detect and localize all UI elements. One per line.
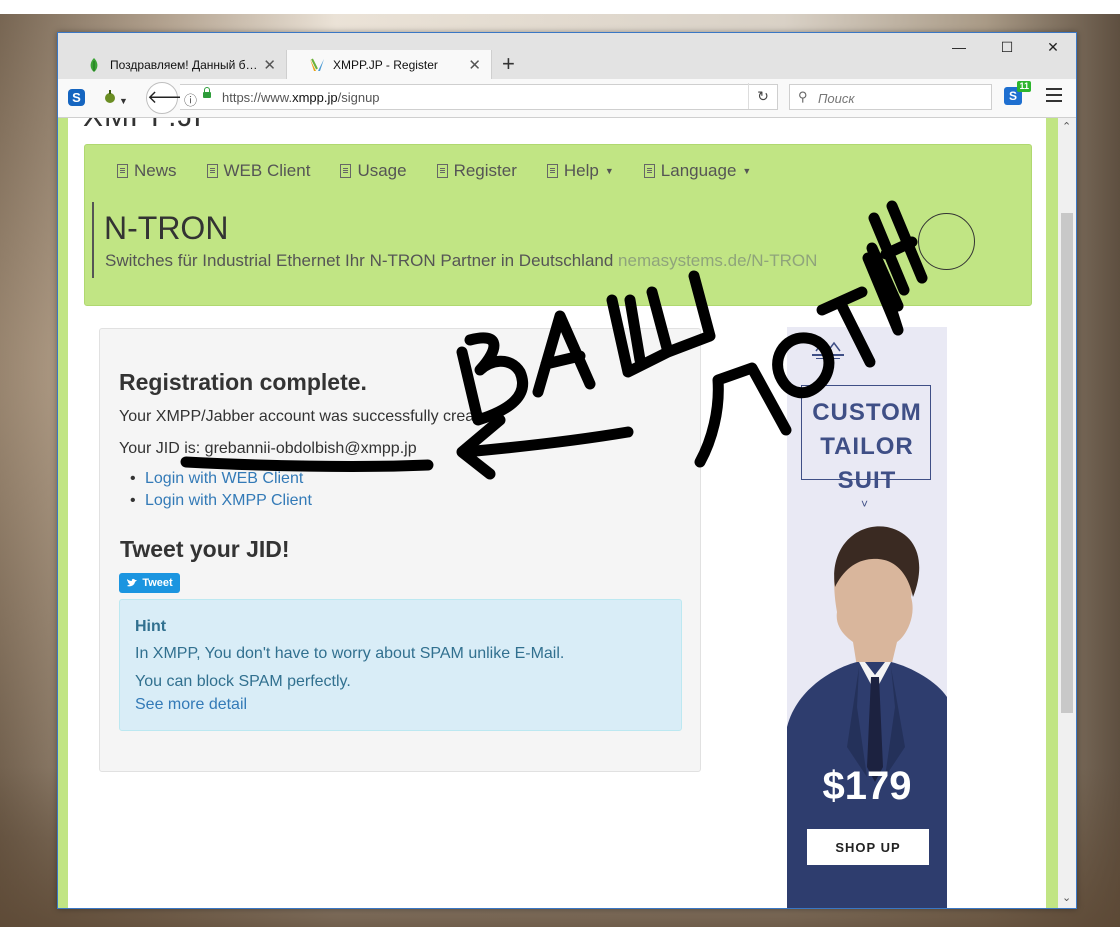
menu-item-web-client[interactable]: WEB Client <box>206 161 310 181</box>
vertical-scrollbar[interactable]: ⌃ ⌄ <box>1058 118 1076 908</box>
ad-text: Switches für Industrial Ethernet Ihr N-T… <box>105 251 818 270</box>
jid-value: grebannii-obdolbish@xmpp.jp <box>204 440 417 457</box>
document-icon <box>436 164 448 178</box>
login-xmpp-client-link[interactable]: Login with XMPP Client <box>130 492 312 510</box>
tab-title: Поздравляем! Данный б… <box>110 57 258 72</box>
minimize-button[interactable]: — <box>944 39 974 55</box>
desktop-top-strip <box>0 0 1120 14</box>
site-logo[interactable]: XMPP.JP <box>83 118 215 134</box>
caret-down-icon: ▼ <box>604 166 614 176</box>
maximize-button[interactable]: ☐ <box>992 39 1022 56</box>
leaf-favicon-icon <box>86 57 102 73</box>
scrollbar-thumb[interactable] <box>1061 213 1073 713</box>
hint-box: Hint In XMPP, You don't have to worry ab… <box>119 599 682 731</box>
login-web-client-link[interactable]: Login with WEB Client <box>130 470 312 488</box>
back-button[interactable]: 🡐 <box>146 82 195 114</box>
lock-icon <box>203 87 211 98</box>
headline-box: CUSTOM TAILOR SUIT <box>801 385 931 494</box>
search-icon: ⚲ <box>798 89 808 104</box>
xmpp-favicon-icon <box>309 57 325 73</box>
jid-line: Your JID is: grebannii-obdolbish@xmpp.jp <box>119 440 417 457</box>
address-bar[interactable]: ⓘ https://www.xmpp.jp/signup <box>180 84 778 110</box>
main-menu: News WEB Client Usage Register Help ▼ Lan… <box>117 161 781 181</box>
ad-options-circle[interactable] <box>918 213 975 270</box>
search-box[interactable]: ⚲ <box>789 84 992 110</box>
document-icon <box>206 164 218 178</box>
tab-congrats[interactable]: Поздравляем! Данный б… ✕ <box>64 50 286 79</box>
info-icon[interactable]: ⓘ <box>184 90 197 109</box>
menu-item-language[interactable]: Language ▼ <box>643 161 752 181</box>
ad-divider <box>92 202 94 278</box>
new-tab-button[interactable]: + <box>502 52 515 76</box>
document-icon <box>643 164 655 178</box>
page-content: XMPP.JP News WEB Client Usage Register H… <box>68 118 1046 908</box>
caret-down-icon: ▼ <box>742 166 752 176</box>
url-text: https://www.xmpp.jp/signup <box>222 90 380 105</box>
document-icon <box>117 164 128 178</box>
notification-badge: 11 <box>1017 81 1031 92</box>
onion-icon <box>105 90 115 103</box>
reload-button[interactable]: ↻ <box>748 83 777 109</box>
brand-logo <box>812 341 844 359</box>
registration-heading: Registration complete. <box>119 369 367 395</box>
menu-item-news[interactable]: News <box>117 161 177 181</box>
menu-item-usage[interactable]: Usage <box>340 161 407 181</box>
reload-icon: ↻ <box>757 88 769 104</box>
search-input[interactable] <box>816 88 990 108</box>
sync-extension-icon[interactable]: S <box>68 89 85 106</box>
tweet-heading: Tweet your JID! <box>120 536 290 562</box>
success-message: Your XMPP/Jabber account was successfull… <box>119 408 501 425</box>
scroll-up-icon[interactable]: ⌃ <box>1062 120 1071 133</box>
tweet-button[interactable]: Tweet <box>119 573 180 593</box>
menu-item-help[interactable]: Help ▼ <box>546 161 614 181</box>
addon-menu-button[interactable]: ▼ <box>103 90 128 107</box>
close-window-button[interactable]: ✕ <box>1038 39 1068 56</box>
hint-line-2: You can block SPAM perfectly. <box>135 673 351 690</box>
browser-window: Поздравляем! Данный б… ✕ XMPP.JP - Regis… <box>57 32 1077 909</box>
banner-headline: CUSTOM TAILOR SUIT <box>812 399 922 494</box>
hint-line-1: In XMPP, You don't have to worry about S… <box>135 645 565 662</box>
shop-up-button[interactable]: SHOP UP <box>807 829 929 865</box>
navigation-toolbar: S ▼ 🡐 ⓘ https://www.xmpp.jp/signup ↻ ⚲ S… <box>58 79 1076 118</box>
registration-panel: Registration complete. Your XMPP/Jabber … <box>99 328 701 772</box>
tab-close-icon[interactable]: ✕ <box>263 56 276 74</box>
menu-item-register[interactable]: Register <box>436 161 517 181</box>
banner-price: $179 <box>822 764 912 808</box>
chevron-down-icon: ˅ <box>861 497 869 511</box>
tab-xmpp-register[interactable]: XMPP.JP - Register ✕ <box>286 50 492 79</box>
suit-ad-banner[interactable]: CUSTOM TAILOR SUIT ˅ $179 SHOP UP <box>787 327 947 908</box>
login-links: Login with WEB Client Login with XMPP Cl… <box>130 470 312 514</box>
ad-link[interactable]: nemasystems.de/N-TRON <box>618 251 817 270</box>
hint-title: Hint <box>135 618 167 635</box>
document-icon <box>340 164 352 178</box>
see-more-link[interactable]: See more detail <box>135 696 247 714</box>
tab-close-icon[interactable]: ✕ <box>468 56 481 74</box>
scroll-down-icon[interactable]: ⌄ <box>1062 891 1071 904</box>
tab-title: XMPP.JP - Register <box>333 57 438 72</box>
skype-extension-icon[interactable]: S 11 <box>1004 81 1031 105</box>
hamburger-menu-icon[interactable] <box>1046 88 1062 102</box>
site-header: News WEB Client Usage Register Help ▼ Lan… <box>84 144 1032 306</box>
ad-title[interactable]: N-TRON <box>104 210 228 247</box>
tab-bar: Поздравляем! Данный б… ✕ XMPP.JP - Regis… <box>58 33 1076 79</box>
twitter-bird-icon <box>127 578 138 587</box>
page-viewport: XMPP.JP News WEB Client Usage Register H… <box>58 118 1058 908</box>
document-icon <box>546 164 558 178</box>
